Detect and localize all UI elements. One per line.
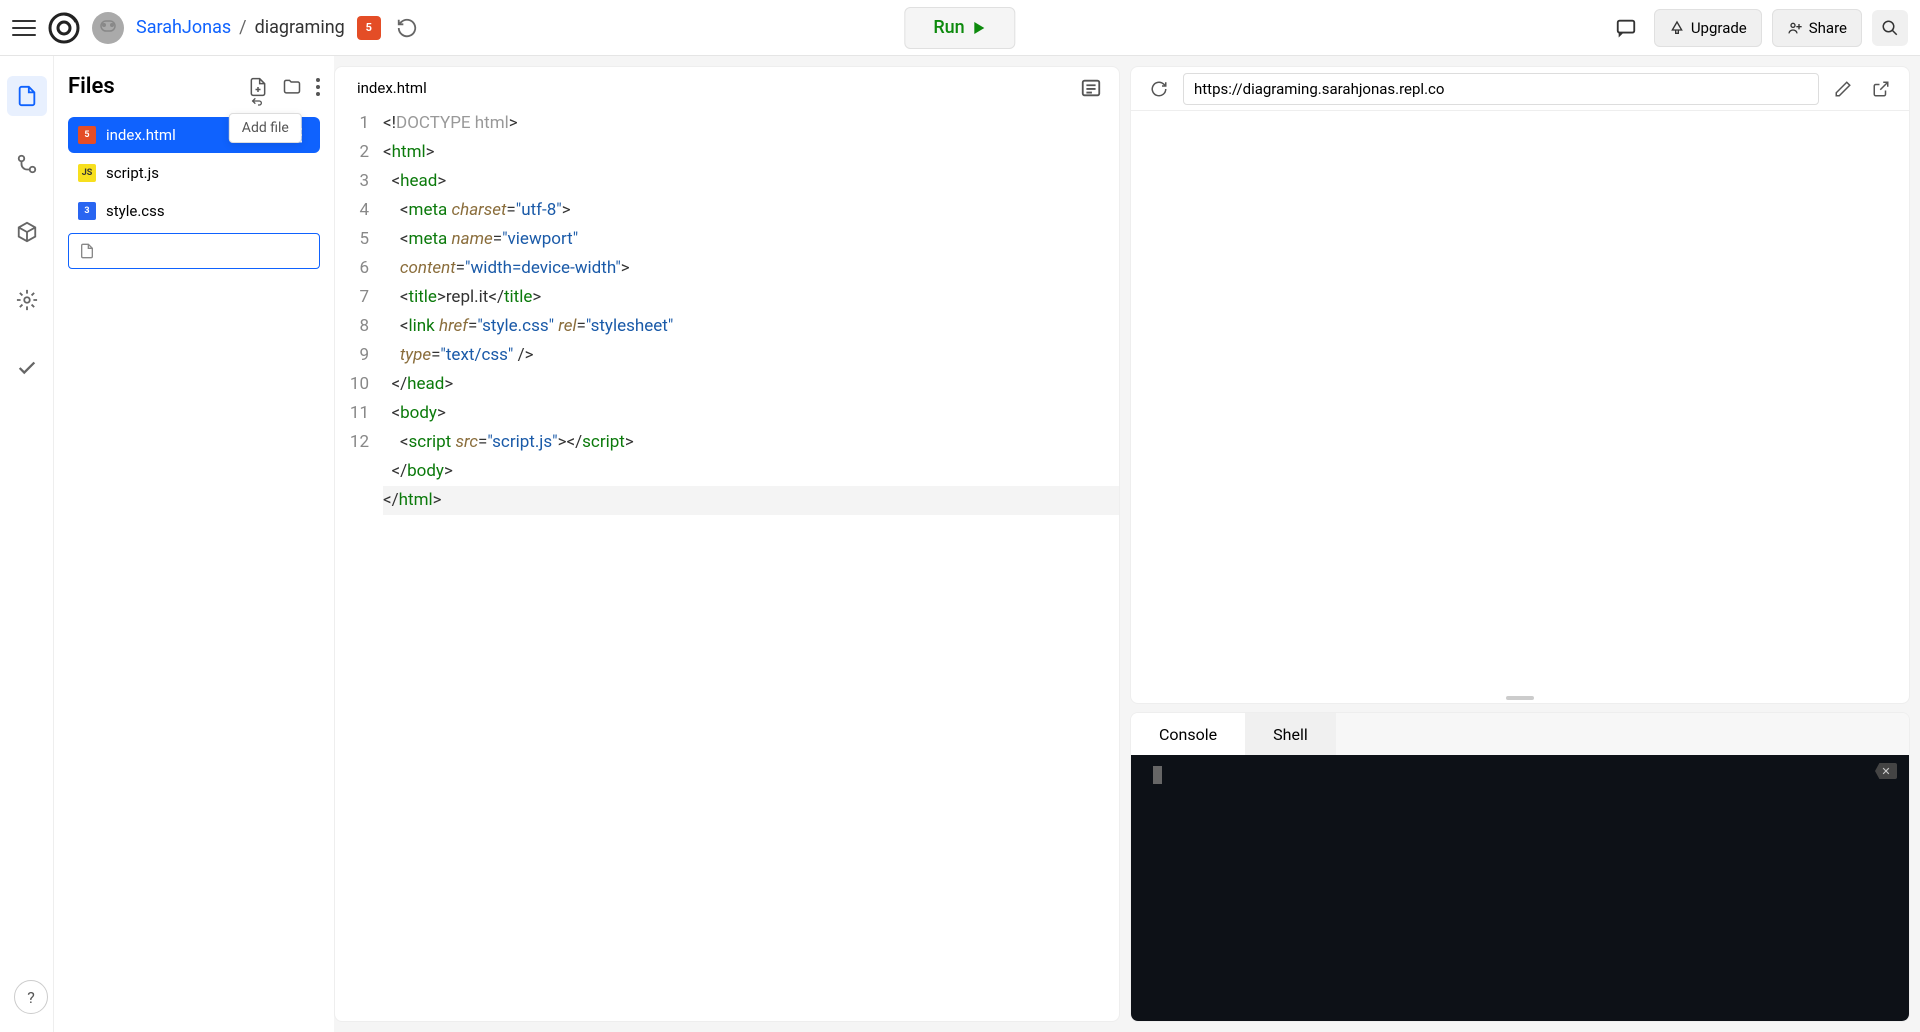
language-badge-html5: 5	[357, 16, 381, 40]
new-file-input[interactable]	[105, 242, 309, 260]
js-file-icon: JS	[78, 164, 96, 182]
replit-logo[interactable]	[48, 12, 80, 44]
files-title: Files	[68, 74, 248, 99]
preview-area[interactable]	[1131, 111, 1909, 693]
console-clear-icon[interactable]: ✕	[1875, 763, 1897, 779]
nav-packages-icon[interactable]	[7, 212, 47, 252]
file-name: style.css	[106, 202, 165, 220]
edit-icon[interactable]	[1829, 75, 1857, 103]
html-file-icon: 5	[78, 126, 96, 144]
search-icon[interactable]	[1872, 10, 1908, 46]
file-item[interactable]: JS script.js	[68, 155, 320, 191]
console-area[interactable]: ✕	[1131, 755, 1909, 1021]
add-file-tooltip: Add file	[229, 113, 302, 143]
nav-settings-icon[interactable]	[7, 280, 47, 320]
resize-handle-icon[interactable]	[1131, 693, 1909, 703]
breadcrumb: SarahJonas / diagraming	[136, 17, 345, 38]
code-editor[interactable]: 123456789101112 <!DOCTYPE html><html> <h…	[335, 109, 1119, 1021]
nav-files-icon[interactable]	[7, 76, 47, 116]
new-file-input-wrap	[68, 233, 320, 269]
menu-icon[interactable]	[12, 16, 36, 40]
breadcrumb-user[interactable]: SarahJonas	[136, 17, 231, 38]
tab-console[interactable]: Console	[1131, 713, 1245, 755]
file-name: index.html	[106, 126, 176, 144]
help-button[interactable]: ?	[14, 980, 48, 1014]
history-icon[interactable]	[393, 14, 421, 42]
nav-check-icon[interactable]	[7, 348, 47, 388]
file-icon	[79, 243, 95, 259]
tab-shell[interactable]: Shell	[1245, 713, 1336, 755]
upgrade-button[interactable]: Upgrade	[1654, 9, 1762, 47]
file-name: script.js	[106, 164, 159, 182]
css-file-icon: 3	[78, 202, 96, 220]
preview-url-input[interactable]	[1183, 73, 1819, 105]
nav-version-icon[interactable]	[7, 144, 47, 184]
open-external-icon[interactable]	[1867, 75, 1895, 103]
share-button[interactable]: Share	[1772, 9, 1862, 47]
add-file-icon[interactable]: Add file	[248, 77, 268, 97]
run-button[interactable]: Run	[904, 7, 1015, 49]
files-more-icon[interactable]	[316, 78, 320, 96]
editor-tab[interactable]: index.html	[335, 67, 449, 109]
refresh-icon[interactable]	[1145, 75, 1173, 103]
avatar[interactable]	[92, 12, 124, 44]
chat-icon[interactable]	[1608, 10, 1644, 46]
console-cursor	[1153, 766, 1162, 784]
markdown-preview-icon[interactable]	[1077, 74, 1105, 102]
breadcrumb-repo[interactable]: diagraming	[255, 17, 345, 38]
add-folder-icon[interactable]	[282, 77, 302, 97]
file-item[interactable]: 3 style.css	[68, 193, 320, 229]
